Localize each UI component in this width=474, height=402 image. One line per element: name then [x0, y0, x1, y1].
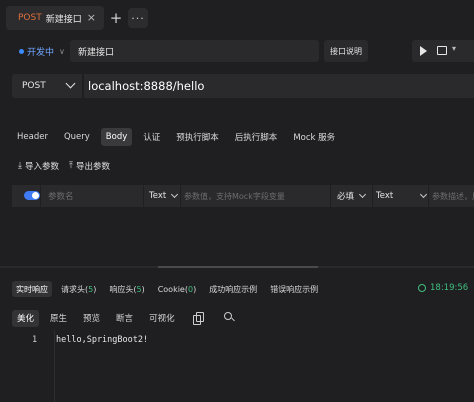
- tab-new-api[interactable]: POST 新建接口 ×: [6, 6, 104, 30]
- tab-label: 响应头: [109, 284, 134, 294]
- copy-icon[interactable]: [193, 312, 204, 325]
- chevron-down-icon: ∨: [59, 46, 65, 56]
- chevron-down-icon[interactable]: ▾: [452, 44, 456, 53]
- request-tabs: Header Query Body 认证 预执行脚本 后执行脚本 Mock 服务: [12, 128, 346, 146]
- method-select[interactable]: POST: [12, 74, 82, 98]
- save-icon[interactable]: [437, 46, 447, 55]
- param-type-select[interactable]: Text: [149, 185, 189, 207]
- tab-success-example[interactable]: 成功响应示例: [205, 281, 261, 297]
- import-label: 导入参数: [24, 162, 59, 172]
- required-label: 必填: [337, 192, 355, 202]
- tab-query[interactable]: Query: [59, 128, 95, 146]
- chevron-down-icon: [420, 190, 428, 199]
- response-body: 1 hello,SpringBoot2!: [12, 330, 474, 402]
- status-label: 开发中: [27, 47, 55, 58]
- close-icon[interactable]: ×: [87, 11, 96, 24]
- scrollbar-thumb[interactable]: [158, 266, 318, 268]
- tab-visualize[interactable]: 可视化: [144, 310, 180, 327]
- divider: [330, 185, 331, 207]
- api-doc-button[interactable]: 接口说明: [324, 40, 368, 62]
- export-label: 导出参数: [75, 162, 110, 172]
- more-tabs-button[interactable]: ···: [128, 8, 148, 28]
- method-label: POST: [22, 81, 46, 91]
- tab-pretty[interactable]: 美化: [12, 309, 40, 327]
- tab-response-headers[interactable]: 响应头(5): [105, 281, 148, 297]
- param-row: 参数名 Text 参数值，支持Mock字段变量 必填 Text 参数描述，用: [12, 185, 474, 207]
- search-icon[interactable]: [224, 312, 232, 320]
- divider: [428, 185, 429, 207]
- tab-label: 请求头: [61, 284, 85, 294]
- tab-request-headers[interactable]: 请求头(5): [57, 281, 100, 297]
- param-actions: ⤓ 导入参数 ⤒ 导出参数: [18, 158, 120, 174]
- divider: [40, 185, 41, 207]
- tab-header[interactable]: Header: [12, 128, 53, 146]
- response-tabs: 实时响应 请求头(5) 响应头(5) Cookie(0) 成功响应示例 错误响应…: [12, 281, 327, 297]
- field-type-select[interactable]: Text: [376, 185, 428, 207]
- tab-error-example[interactable]: 错误响应示例: [266, 281, 322, 297]
- tab-live-response[interactable]: 实时响应: [12, 281, 52, 297]
- chevron-down-icon: [358, 190, 367, 199]
- tab-label: Cookie: [157, 284, 185, 294]
- param-value-input[interactable]: 参数值，支持Mock字段变量: [184, 185, 329, 207]
- response-time: 18:19:56: [418, 283, 468, 293]
- count-badge: 0: [187, 284, 194, 294]
- api-name-input[interactable]: 新建接口: [70, 40, 319, 62]
- run-button-group[interactable]: ▾: [412, 40, 474, 62]
- status-select[interactable]: 开发中 ∨: [12, 40, 72, 62]
- export-params-button[interactable]: ⤒ 导出参数: [69, 160, 110, 172]
- tab-bar: POST 新建接口 × + ···: [0, 0, 474, 36]
- param-enabled-toggle[interactable]: [24, 191, 40, 200]
- field-type-label: Text: [376, 191, 394, 201]
- tab-label: 成功响应示例: [209, 284, 258, 294]
- tab-pre-script[interactable]: 预执行脚本: [171, 128, 224, 146]
- divider: [143, 185, 144, 207]
- required-select[interactable]: 必填: [337, 185, 373, 207]
- code-line: hello,SpringBoot2!: [56, 335, 149, 345]
- chevron-down-icon: [171, 190, 179, 199]
- tab-label: 实时响应: [16, 284, 48, 294]
- url-input[interactable]: localhost:8888/hello: [84, 74, 474, 98]
- clock-icon: [418, 284, 426, 292]
- add-tab-button[interactable]: +: [106, 8, 126, 28]
- chevron-down-icon: [65, 78, 76, 89]
- tab-mock[interactable]: Mock 服务: [288, 128, 340, 146]
- tab-label: 错误响应示例: [270, 284, 319, 294]
- response-time-value: 18:19:56: [430, 283, 469, 293]
- line-number: 1: [32, 335, 38, 345]
- param-name-input[interactable]: 参数名: [48, 185, 144, 207]
- tab-assert[interactable]: 断言: [111, 310, 138, 327]
- upload-icon: ⤒: [69, 161, 73, 171]
- tab-method: POST: [18, 13, 42, 23]
- divider: [372, 185, 373, 207]
- tab-raw[interactable]: 原生: [45, 310, 72, 327]
- tab-preview[interactable]: 预览: [78, 310, 105, 327]
- divider: [180, 185, 181, 207]
- count-badge: 5: [136, 284, 142, 294]
- play-icon[interactable]: [420, 46, 427, 56]
- gutter-divider: [54, 330, 55, 402]
- status-dot-icon: [19, 48, 24, 54]
- param-type-label: Text: [149, 191, 167, 201]
- tab-cookie[interactable]: Cookie(0): [154, 281, 201, 297]
- tab-title: 新建接口: [45, 14, 82, 25]
- param-desc-input[interactable]: 参数描述，用: [432, 185, 474, 207]
- view-tabs: 美化 原生 预览 断言 可视化: [12, 309, 186, 327]
- import-params-button[interactable]: ⤓ 导入参数: [18, 160, 59, 172]
- download-icon: ⤓: [18, 161, 22, 171]
- count-badge: 5: [88, 284, 94, 294]
- tab-body[interactable]: Body: [100, 128, 133, 146]
- tab-post-script[interactable]: 后执行脚本: [230, 128, 283, 146]
- tab-auth[interactable]: 认证: [138, 128, 165, 146]
